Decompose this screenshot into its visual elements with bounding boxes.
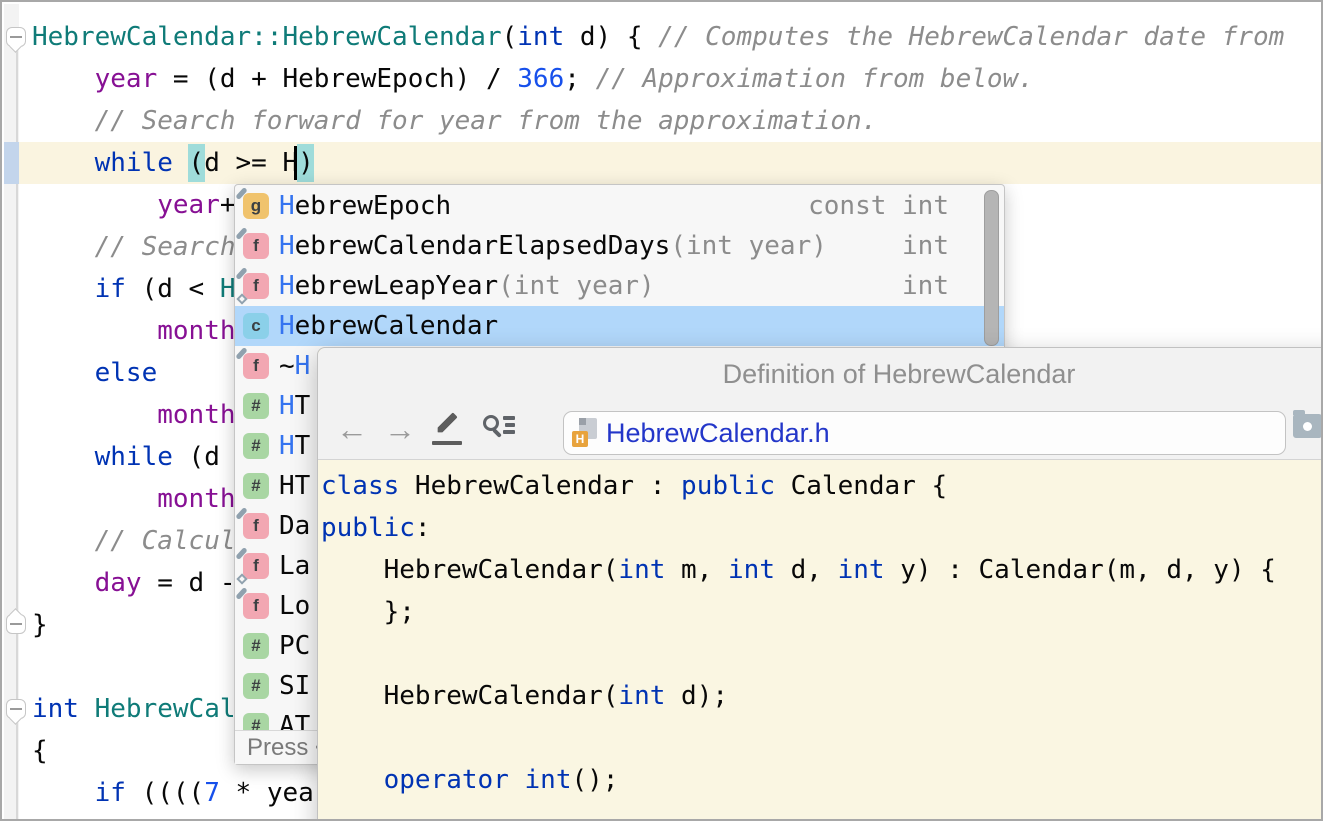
function-icon: f <box>243 353 269 379</box>
macro-icon: # <box>243 393 269 419</box>
function-icon: f <box>243 593 269 619</box>
function-icon: f <box>243 513 269 539</box>
magnifier-handle <box>492 428 502 438</box>
code-line: else <box>32 352 157 394</box>
folder-icon[interactable] <box>1293 414 1322 438</box>
pen-overlay-icon <box>235 267 247 280</box>
code-line: if (d < H <box>32 268 236 310</box>
completion-scrollbar-thumb[interactable] <box>984 190 999 346</box>
completion-item-label: AT <box>279 706 310 731</box>
file-selector[interactable]: H HebrewCalendar.h <box>563 411 1286 455</box>
code-line: year = (d + HebrewEpoch) / 366; // Appro… <box>32 58 1034 100</box>
completion-item-label: SI <box>279 666 310 706</box>
diamond-overlay-icon <box>236 293 247 304</box>
forward-icon[interactable]: → <box>384 398 416 460</box>
function-icon: f <box>243 553 269 579</box>
code-line: int HebrewCal <box>32 688 236 730</box>
completion-item-label: HebrewLeapYear(int year) <box>279 266 655 306</box>
completion-item-label: HT <box>279 466 310 506</box>
definition-toolbar: ← → H HebrewCalendar.h <box>318 398 1323 460</box>
completion-item[interactable]: f HebrewCalendarElapsedDays(int year) int <box>235 226 1004 266</box>
code-line: while (d >= H) <box>32 142 314 184</box>
pencil-underline <box>432 441 462 445</box>
completion-item-label: PC <box>279 626 310 666</box>
completion-item-label: HebrewEpoch <box>279 186 451 226</box>
macro-icon: # <box>243 673 269 699</box>
macro-icon: # <box>243 713 269 731</box>
text-caret <box>294 146 297 180</box>
completion-item-label: Lo <box>279 586 310 626</box>
code-line: month <box>32 478 236 520</box>
header-file-icon: H <box>572 418 598 448</box>
ide-window: HebrewCalendar::HebrewCalendar(int d) { … <box>0 0 1323 821</box>
pen-overlay-icon <box>235 347 247 360</box>
completion-item-label: HebrewCalendarElapsedDays(int year) <box>279 226 827 266</box>
code-line: HebrewCalendar(int d); <box>321 675 728 717</box>
definition-popup-title: Definition of HebrewCalendar <box>318 348 1323 398</box>
file-name-link[interactable]: HebrewCalendar.h <box>606 412 830 454</box>
completion-item-type: int <box>902 226 949 266</box>
code-line: while (d <box>32 436 220 478</box>
magnifier-icon <box>483 415 499 431</box>
completion-item[interactable]: f HebrewLeapYear(int year) int <box>235 266 1004 306</box>
code-line: HebrewCalendar(int m, int d, int y) : Ca… <box>321 549 1276 591</box>
back-icon[interactable]: ← <box>336 398 368 460</box>
function-icon: f <box>243 233 269 259</box>
code-line: operator int(); <box>321 759 618 801</box>
diamond-overlay-icon <box>236 573 247 584</box>
definition-code-preview: class HebrewCalendar : public Calendar {… <box>318 460 1323 821</box>
macro-icon: # <box>243 473 269 499</box>
code-line: } <box>32 604 48 646</box>
definition-popup: Definition of HebrewCalendar ← → H <box>317 347 1323 821</box>
code-line: year+ <box>32 184 236 226</box>
macro-icon: # <box>243 633 269 659</box>
class-icon: c <box>243 313 269 339</box>
code-line: HebrewCalendar::HebrewCalendar(int d) { … <box>32 16 1284 58</box>
completion-item-label: HT <box>279 426 310 466</box>
pen-overlay-icon <box>235 547 247 560</box>
function-icon: f <box>243 273 269 299</box>
code-line: class HebrewCalendar : public Calendar { <box>321 465 947 507</box>
completion-item-label: ~H <box>279 346 310 386</box>
completion-item-label: Da <box>279 506 310 546</box>
pen-overlay-icon <box>235 507 247 520</box>
pencil-icon <box>435 412 458 435</box>
completion-item-label: HT <box>279 386 310 426</box>
find-icon[interactable] <box>482 413 518 447</box>
completion-item-type: const int <box>808 186 949 226</box>
pen-overlay-icon <box>235 227 247 240</box>
code-line: // Search forward for year from the appr… <box>32 100 877 142</box>
code-line: { <box>32 730 48 772</box>
completion-item[interactable]: c HebrewCalendar <box>235 306 1004 346</box>
completion-item[interactable]: g HebrewEpoch const int <box>235 186 1004 226</box>
code-line: }; <box>321 591 415 633</box>
global-variable-icon: g <box>243 193 269 219</box>
code-line: public: <box>321 507 431 549</box>
completion-item-label: HebrewCalendar <box>279 306 498 346</box>
macro-icon: # <box>243 433 269 459</box>
completion-item-label: La <box>279 546 310 586</box>
code-line: if ((((7 * yea <box>32 772 314 814</box>
code-line: // Search <box>32 226 236 268</box>
completion-item-type: int <box>902 266 949 306</box>
code-line: month <box>32 310 236 352</box>
pen-overlay-icon <box>235 587 247 600</box>
code-line: month <box>32 394 236 436</box>
code-line: day = d - <box>32 562 236 604</box>
code-line: // Calcul <box>32 520 236 562</box>
pen-overlay-icon <box>235 187 247 200</box>
